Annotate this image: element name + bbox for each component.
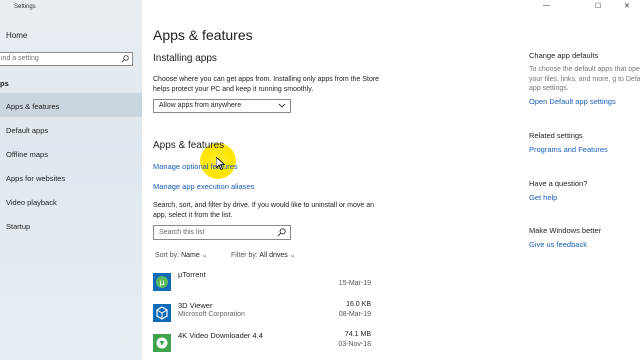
sidebar-item-label: Apps for websites	[6, 174, 66, 183]
sidebar-item-label: Default apps	[6, 126, 49, 135]
get-help-link[interactable]: Get help	[529, 193, 557, 202]
sidebar: Settings Home ind a setting ps Apps & fe…	[0, 0, 142, 360]
settings-search-input[interactable]: ind a setting	[0, 52, 133, 66]
related-settings-heading: Related settings	[529, 131, 583, 140]
svg-text:µ: µ	[159, 278, 164, 287]
sort-label: Sort by:	[155, 252, 180, 259]
app-name: 4K Video Downloader 4.4	[178, 331, 263, 340]
page-title: Apps & features	[153, 27, 253, 43]
sidebar-item-default-apps[interactable]: Default apps	[0, 117, 142, 141]
apps-list-description: Search, sort, and filter by drive. If yo…	[153, 202, 374, 219]
installing-apps-description: Choose where you can get apps from. Inst…	[153, 76, 380, 93]
chevron-down-icon: ⌄	[201, 252, 208, 259]
sidebar-section-label: ps	[0, 79, 9, 88]
open-default-app-settings-link[interactable]: Open Default app settings	[529, 97, 616, 106]
chevron-down-icon: ⌄	[289, 252, 296, 259]
sidebar-item-video-playback[interactable]: Video playback	[0, 189, 142, 213]
3d-viewer-icon	[153, 304, 171, 322]
app-name: µTorrent	[178, 270, 206, 279]
window-title: Settings	[14, 4, 36, 10]
list-item[interactable]: 3D Viewer Microsoft Corporation 16.0 KB …	[153, 301, 373, 327]
utorrent-icon: µ	[153, 273, 171, 291]
apps-features-heading: Apps & features	[153, 140, 225, 151]
app-size: 74.1 MB	[344, 331, 371, 338]
sidebar-item-startup[interactable]: Startup	[0, 213, 142, 237]
search-placeholder: Search this list	[159, 229, 205, 236]
4k-downloader-icon	[153, 334, 171, 352]
have-a-question-heading: Have a question?	[529, 179, 588, 188]
make-windows-better-heading: Make Windows better	[529, 226, 602, 235]
sort-by-dropdown[interactable]: Sort by: Name ⌄	[155, 251, 208, 259]
installing-apps-heading: Installing apps	[153, 53, 217, 64]
related-rail: Change app defaults To choose the defaul…	[529, 0, 640, 360]
sidebar-item-label: Video playback	[6, 198, 57, 207]
manage-app-execution-aliases-link[interactable]: Manage app execution aliases	[153, 182, 254, 191]
app-date: 15-Mar-19	[338, 280, 371, 287]
search-icon	[121, 55, 129, 65]
sidebar-item-label: Startup	[6, 222, 31, 231]
app-date: 08-Mar-19	[338, 311, 371, 318]
give-us-feedback-link[interactable]: Give us feedback	[529, 240, 587, 249]
change-app-defaults-text: To choose the default apps that open you…	[529, 66, 640, 92]
search-icon	[277, 228, 286, 239]
app-publisher: Microsoft Corporation	[178, 311, 245, 318]
sort-value: Name	[181, 252, 200, 259]
app-size: 16.0 KB	[346, 301, 371, 308]
programs-and-features-link[interactable]: Programs and Features	[529, 145, 608, 154]
sidebar-item-label: Apps & features	[6, 102, 60, 111]
dropdown-value: Allow apps from anywhere	[159, 102, 242, 109]
app-date: 03-Nov-18	[338, 341, 371, 348]
filter-by-dropdown[interactable]: Filter by: All drives ⌄	[231, 251, 296, 259]
filter-value: All drives	[259, 252, 288, 259]
sidebar-home[interactable]: Home	[6, 31, 27, 40]
sidebar-item-apps-features[interactable]: Apps & features	[0, 93, 142, 117]
list-item[interactable]: µ µTorrent 15-Mar-19	[153, 270, 373, 296]
sidebar-item-label: Offline maps	[6, 150, 48, 159]
search-placeholder: ind a setting	[1, 55, 39, 62]
sidebar-item-offline-maps[interactable]: Offline maps	[0, 141, 142, 165]
mouse-pointer-icon	[215, 156, 226, 175]
list-item[interactable]: 4K Video Downloader 4.4 74.1 MB 03-Nov-1…	[153, 331, 373, 357]
app-list-search-input[interactable]: Search this list	[153, 225, 291, 240]
main-content: Apps & features Installing apps Choose w…	[142, 0, 512, 360]
change-app-defaults-heading: Change app defaults	[529, 51, 599, 60]
app-source-dropdown[interactable]: Allow apps from anywhere	[153, 99, 291, 113]
sidebar-item-apps-for-websites[interactable]: Apps for websites	[0, 165, 142, 189]
filter-label: Filter by:	[231, 252, 258, 259]
chevron-down-icon	[278, 101, 286, 111]
app-name: 3D Viewer	[178, 301, 213, 310]
